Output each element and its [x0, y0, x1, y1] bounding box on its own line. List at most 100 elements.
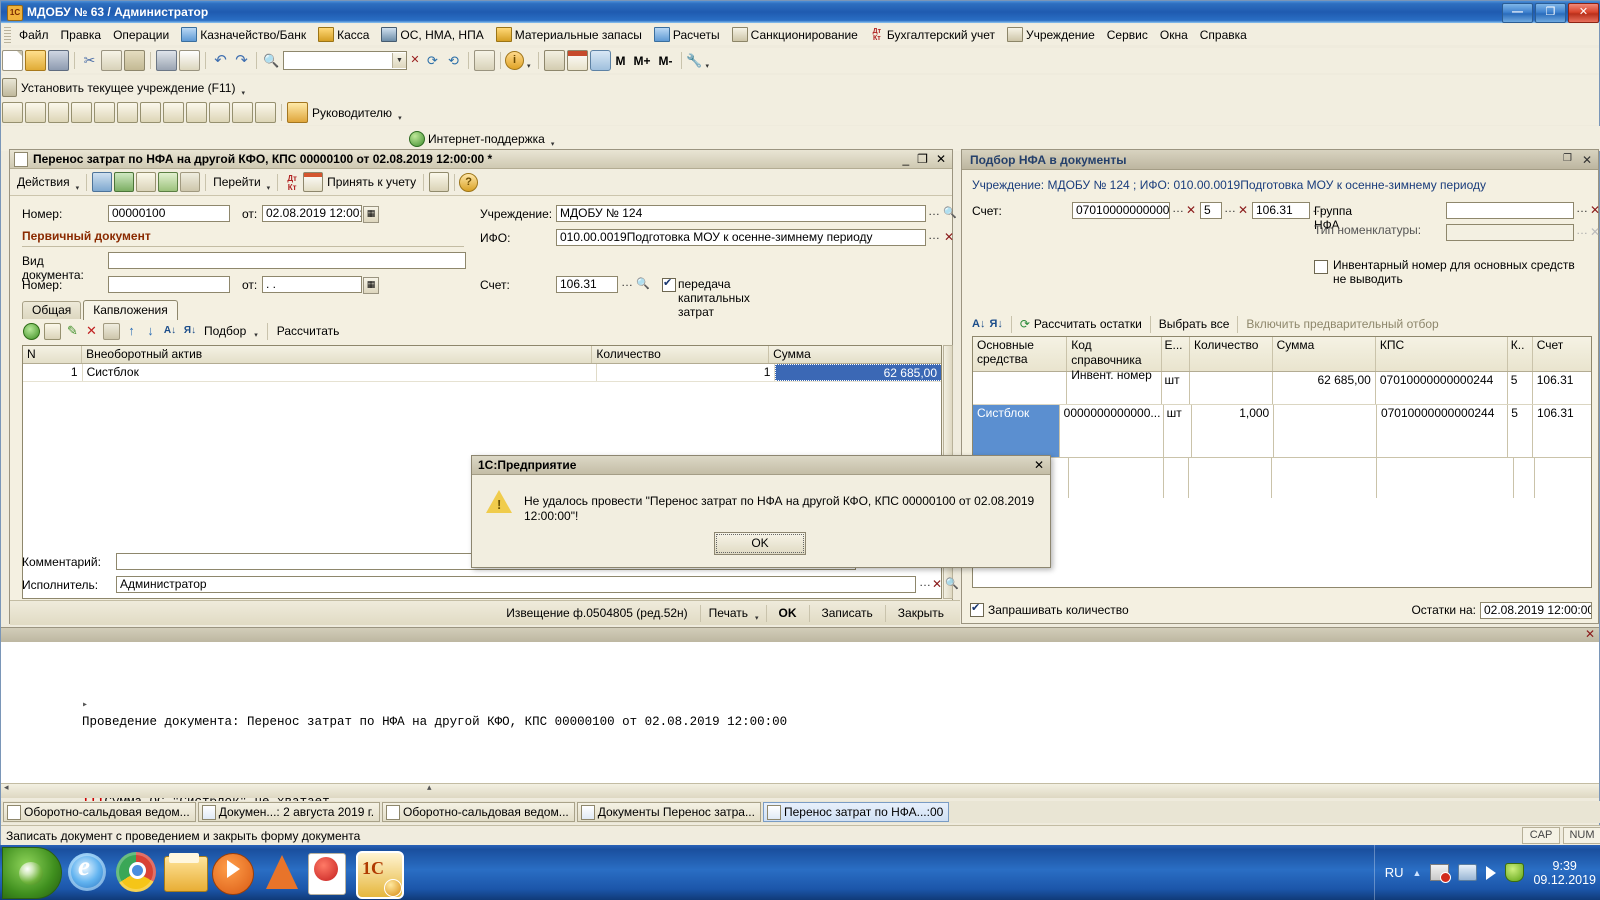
chevron-down-icon[interactable]: ▼: [392, 53, 406, 68]
chevron-down-icon[interactable]: ▾: [238, 89, 248, 97]
copy-document-icon[interactable]: [136, 172, 157, 192]
delete-row-icon[interactable]: ✕: [84, 323, 99, 339]
help-icon[interactable]: ?: [459, 172, 479, 192]
remains-input[interactable]: 02.08.2019 12:00:00; П: [1480, 601, 1592, 619]
picker-close-button[interactable]: ✕: [1582, 153, 1592, 167]
executor-clear-icon[interactable]: ✕: [930, 576, 944, 593]
message-pane-close-button[interactable]: ✕: [1585, 627, 1595, 641]
account-analysis-icon[interactable]: [163, 102, 184, 123]
ask-quantity-checkbox[interactable]: [970, 601, 984, 617]
picker-row[interactable]: Систблок 0000000000000... шт 1,000 07010…: [973, 405, 1591, 458]
chevron-down-icon[interactable]: ▾: [548, 140, 558, 148]
column-header-account[interactable]: Счет: [1533, 337, 1591, 371]
menu-institution[interactable]: Учреждение: [1001, 25, 1101, 44]
chrome-icon[interactable]: [116, 849, 160, 895]
edit-row-icon[interactable]: ✎: [65, 323, 80, 339]
column-header-code[interactable]: Код справочника Инвент. номер: [1067, 337, 1162, 382]
clock[interactable]: 9:39 09.12.2019: [1533, 859, 1596, 887]
undo-posting-icon[interactable]: [180, 172, 201, 192]
column-header-n[interactable]: N: [23, 346, 83, 363]
open-folder-icon[interactable]: [25, 50, 46, 71]
picker-inv-checkbox-group[interactable]: Инвентарный номер для основных средств н…: [1314, 258, 1584, 286]
chevron-down-icon[interactable]: ▾: [251, 331, 261, 339]
menu-help[interactable]: Справка: [1194, 26, 1253, 44]
save-icon[interactable]: [48, 50, 69, 71]
settings-wrench-icon[interactable]: 🔧: [686, 51, 703, 70]
sort-desc-icon[interactable]: Я↓: [989, 318, 1002, 330]
new-document-icon[interactable]: [2, 50, 23, 71]
paste-icon[interactable]: [124, 50, 145, 71]
doc-close-button[interactable]: ✕: [936, 152, 946, 166]
inventory-number-checkbox[interactable]: [1314, 260, 1328, 274]
recalc-remains-button[interactable]: Рассчитать остатки: [1034, 317, 1142, 331]
picker-group-clear-icon[interactable]: ✕: [1588, 202, 1600, 219]
table-row[interactable]: 1 Систблок 1 62 685,00: [23, 364, 941, 382]
institution-search-icon[interactable]: 🔍: [942, 205, 958, 222]
dialog-ok-button[interactable]: OK: [714, 532, 806, 555]
cell-qty[interactable]: 1: [597, 364, 776, 381]
add-row-icon[interactable]: [23, 322, 40, 340]
cell-os[interactable]: Систблок: [973, 405, 1059, 457]
set-current-institution-button[interactable]: Установить текущее учреждение (F11): [18, 81, 238, 95]
memory-mminus-button[interactable]: M-: [655, 54, 677, 68]
picker-row[interactable]: шт 62 685,00 07010000000000244 5 106.31: [973, 372, 1591, 405]
sort-desc-icon[interactable]: Я↓: [182, 324, 198, 339]
cell-sum[interactable]: 62 685,00: [775, 364, 941, 381]
sort-asc-icon[interactable]: A↓: [162, 324, 178, 339]
doc-date-input[interactable]: . .: [262, 276, 362, 293]
main-book-icon[interactable]: [140, 102, 161, 123]
menubar-grip[interactable]: [4, 26, 11, 43]
copy-row-icon[interactable]: [44, 322, 61, 340]
window-tab-2[interactable]: Оборотно-сальдовая ведом...: [382, 802, 575, 822]
calendar-icon[interactable]: [303, 172, 324, 192]
menu-assets[interactable]: ОС, НМА, НПА: [375, 25, 489, 44]
transfer-capital-checkbox[interactable]: [662, 276, 676, 292]
menu-edit[interactable]: Правка: [55, 26, 108, 44]
network-icon[interactable]: [1458, 864, 1478, 881]
window-tab-1[interactable]: Докумен...: 2 августа 2019 г.: [197, 802, 381, 822]
find-prev-icon[interactable]: ⟲: [444, 51, 463, 70]
goto-menu-button[interactable]: Перейти: [210, 175, 264, 189]
picker-kfo-input[interactable]: 5: [1200, 202, 1222, 219]
institution-icon[interactable]: [2, 78, 17, 97]
copy-icon[interactable]: [101, 50, 122, 71]
picker-group-input[interactable]: [1446, 202, 1574, 219]
sort-asc-icon[interactable]: A↓: [972, 318, 985, 330]
move-down-icon[interactable]: ↓: [143, 323, 158, 339]
ie-icon[interactable]: [68, 849, 112, 895]
memory-m-button[interactable]: M: [612, 54, 630, 68]
window-tab-0[interactable]: Оборотно-сальдовая ведом...: [3, 802, 196, 822]
post-and-close-icon[interactable]: [158, 172, 179, 192]
menu-accounting[interactable]: Дт Кт Бухгалтерский учет: [864, 26, 1001, 44]
manager-button[interactable]: Руководителю: [309, 106, 395, 120]
account-card-icon[interactable]: [25, 102, 46, 123]
dialog-close-button[interactable]: ✕: [1034, 458, 1050, 472]
memory-mplus-button[interactable]: M+: [630, 54, 655, 68]
column-header-asset[interactable]: Внеоборотный актив: [82, 346, 593, 363]
column-header-qty[interactable]: Количество: [592, 346, 770, 363]
pdf-reader-icon[interactable]: [308, 849, 352, 895]
calculator-icon[interactable]: [543, 50, 565, 71]
find-next-icon[interactable]: ⟳: [423, 51, 442, 70]
ifo-select-button[interactable]: …: [926, 229, 942, 246]
refresh-icon[interactable]: ⟳: [1020, 317, 1030, 331]
cut-icon[interactable]: ✂: [80, 51, 99, 70]
minimize-button[interactable]: —: [1502, 3, 1533, 23]
manager-icon[interactable]: [287, 102, 308, 123]
print-icon[interactable]: [156, 50, 177, 71]
analysis-icon[interactable]: [71, 102, 92, 123]
close-button[interactable]: Закрыть: [890, 606, 952, 620]
picker-kps-input[interactable]: 070100000000002: [1072, 202, 1170, 219]
dt-kt-icon[interactable]: Дт Кт: [283, 173, 301, 192]
search-input[interactable]: ▼: [283, 51, 407, 70]
picker-account-input[interactable]: 106.31: [1252, 202, 1310, 219]
menu-operations[interactable]: Операции: [107, 26, 175, 44]
vlc-icon[interactable]: [260, 849, 304, 895]
actions-menu-button[interactable]: Действия: [14, 175, 73, 189]
account-input[interactable]: 106.31: [556, 276, 618, 293]
podbor-button[interactable]: Подбор: [201, 324, 249, 338]
internet-support-button[interactable]: Интернет-поддержка: [425, 132, 548, 146]
chevron-down-icon[interactable]: ▾: [395, 114, 405, 122]
chevron-down-icon[interactable]: ▾: [264, 184, 274, 192]
dtkt-report-icon[interactable]: [209, 102, 230, 123]
